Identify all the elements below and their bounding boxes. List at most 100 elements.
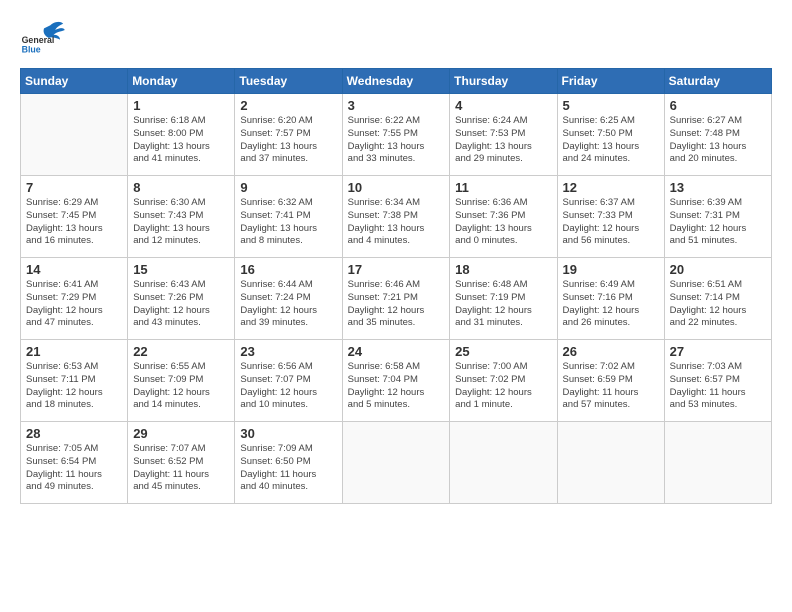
week-row-2: 7 Sunrise: 6:29 AM Sunset: 7:45 PM Daylig… <box>21 176 772 258</box>
calendar-cell: 13 Sunrise: 6:39 AM Sunset: 7:31 PM Dayli… <box>664 176 771 258</box>
calendar-cell: 14 Sunrise: 6:41 AM Sunset: 7:29 PM Dayli… <box>21 258 128 340</box>
day-number: 24 <box>348 344 445 359</box>
day-info: Sunrise: 7:03 AM Sunset: 6:57 PM Dayligh… <box>670 361 766 412</box>
day-info: Sunrise: 7:07 AM Sunset: 6:52 PM Dayligh… <box>133 443 229 494</box>
weekday-header-row: SundayMondayTuesdayWednesdayThursdayFrid… <box>21 69 772 94</box>
day-number: 10 <box>348 180 445 195</box>
day-info: Sunrise: 6:53 AM Sunset: 7:11 PM Dayligh… <box>26 361 122 412</box>
weekday-header-tuesday: Tuesday <box>235 69 342 94</box>
day-info: Sunrise: 6:48 AM Sunset: 7:19 PM Dayligh… <box>455 279 551 330</box>
day-info: Sunrise: 6:39 AM Sunset: 7:31 PM Dayligh… <box>670 197 766 248</box>
calendar-cell <box>450 422 557 504</box>
calendar-cell: 30 Sunrise: 7:09 AM Sunset: 6:50 PM Dayli… <box>235 422 342 504</box>
day-info: Sunrise: 6:20 AM Sunset: 7:57 PM Dayligh… <box>240 115 336 166</box>
calendar-cell: 18Sunrise: 6:48 AM Sunset: 7:19 PM Dayli… <box>450 258 557 340</box>
day-number: 19 <box>563 262 659 277</box>
calendar-cell: 16 Sunrise: 6:44 AM Sunset: 7:24 PM Dayli… <box>235 258 342 340</box>
day-info: Sunrise: 7:09 AM Sunset: 6:50 PM Dayligh… <box>240 443 336 494</box>
day-number: 14 <box>26 262 122 277</box>
weekday-header-monday: Monday <box>128 69 235 94</box>
day-info: Sunrise: 6:29 AM Sunset: 7:45 PM Dayligh… <box>26 197 122 248</box>
day-info: Sunrise: 6:49 AM Sunset: 7:16 PM Dayligh… <box>563 279 659 330</box>
calendar-cell: 7 Sunrise: 6:29 AM Sunset: 7:45 PM Daylig… <box>21 176 128 258</box>
week-row-3: 14 Sunrise: 6:41 AM Sunset: 7:29 PM Dayli… <box>21 258 772 340</box>
week-row-4: 21Sunrise: 6:53 AM Sunset: 7:11 PM Dayli… <box>21 340 772 422</box>
day-number: 23 <box>240 344 336 359</box>
day-number: 8 <box>133 180 229 195</box>
day-info: Sunrise: 6:36 AM Sunset: 7:36 PM Dayligh… <box>455 197 551 248</box>
calendar-cell: 2 Sunrise: 6:20 AM Sunset: 7:57 PM Daylig… <box>235 94 342 176</box>
calendar-cell: 19 Sunrise: 6:49 AM Sunset: 7:16 PM Dayli… <box>557 258 664 340</box>
day-number: 2 <box>240 98 336 113</box>
calendar-cell <box>21 94 128 176</box>
day-number: 16 <box>240 262 336 277</box>
calendar-cell: 1 Sunrise: 6:18 AM Sunset: 8:00 PM Daylig… <box>128 94 235 176</box>
calendar-cell <box>342 422 450 504</box>
day-info: Sunrise: 6:56 AM Sunset: 7:07 PM Dayligh… <box>240 361 336 412</box>
calendar-cell: 23 Sunrise: 6:56 AM Sunset: 7:07 PM Dayli… <box>235 340 342 422</box>
day-number: 28 <box>26 426 122 441</box>
day-number: 9 <box>240 180 336 195</box>
day-info: Sunrise: 6:22 AM Sunset: 7:55 PM Dayligh… <box>348 115 445 166</box>
logo-icon: General Blue <box>20 18 68 58</box>
day-number: 1 <box>133 98 229 113</box>
day-info: Sunrise: 6:24 AM Sunset: 7:53 PM Dayligh… <box>455 115 551 166</box>
calendar-cell: 9 Sunrise: 6:32 AM Sunset: 7:41 PM Daylig… <box>235 176 342 258</box>
day-number: 4 <box>455 98 551 113</box>
logo: General Blue <box>20 18 68 58</box>
day-info: Sunrise: 6:41 AM Sunset: 7:29 PM Dayligh… <box>26 279 122 330</box>
calendar-cell: 3Sunrise: 6:22 AM Sunset: 7:55 PM Daylig… <box>342 94 450 176</box>
calendar-cell: 28 Sunrise: 7:05 AM Sunset: 6:54 PM Dayli… <box>21 422 128 504</box>
day-number: 5 <box>563 98 659 113</box>
week-row-5: 28 Sunrise: 7:05 AM Sunset: 6:54 PM Dayli… <box>21 422 772 504</box>
day-info: Sunrise: 6:44 AM Sunset: 7:24 PM Dayligh… <box>240 279 336 330</box>
day-number: 7 <box>26 180 122 195</box>
day-number: 30 <box>240 426 336 441</box>
calendar-cell: 29 Sunrise: 7:07 AM Sunset: 6:52 PM Dayli… <box>128 422 235 504</box>
day-number: 25 <box>455 344 551 359</box>
calendar-cell: 4 Sunrise: 6:24 AM Sunset: 7:53 PM Daylig… <box>450 94 557 176</box>
svg-text:General: General <box>22 35 55 45</box>
day-info: Sunrise: 6:51 AM Sunset: 7:14 PM Dayligh… <box>670 279 766 330</box>
calendar-cell: 22 Sunrise: 6:55 AM Sunset: 7:09 PM Dayli… <box>128 340 235 422</box>
calendar-cell: 11 Sunrise: 6:36 AM Sunset: 7:36 PM Dayli… <box>450 176 557 258</box>
day-info: Sunrise: 6:34 AM Sunset: 7:38 PM Dayligh… <box>348 197 445 248</box>
weekday-header-friday: Friday <box>557 69 664 94</box>
calendar-cell: 10 Sunrise: 6:34 AM Sunset: 7:38 PM Dayli… <box>342 176 450 258</box>
day-info: Sunrise: 6:30 AM Sunset: 7:43 PM Dayligh… <box>133 197 229 248</box>
day-info: Sunrise: 6:27 AM Sunset: 7:48 PM Dayligh… <box>670 115 766 166</box>
calendar-cell: 8 Sunrise: 6:30 AM Sunset: 7:43 PM Daylig… <box>128 176 235 258</box>
weekday-header-thursday: Thursday <box>450 69 557 94</box>
day-number: 15 <box>133 262 229 277</box>
calendar-cell <box>557 422 664 504</box>
weekday-header-sunday: Sunday <box>21 69 128 94</box>
weekday-header-saturday: Saturday <box>664 69 771 94</box>
calendar-cell: 12 Sunrise: 6:37 AM Sunset: 7:33 PM Dayli… <box>557 176 664 258</box>
day-number: 13 <box>670 180 766 195</box>
calendar-cell: 24 Sunrise: 6:58 AM Sunset: 7:04 PM Dayli… <box>342 340 450 422</box>
day-number: 26 <box>563 344 659 359</box>
page-header: General Blue <box>20 18 772 58</box>
day-info: Sunrise: 6:43 AM Sunset: 7:26 PM Dayligh… <box>133 279 229 330</box>
day-info: Sunrise: 7:00 AM Sunset: 7:02 PM Dayligh… <box>455 361 551 412</box>
day-number: 22 <box>133 344 229 359</box>
calendar-table: SundayMondayTuesdayWednesdayThursdayFrid… <box>20 68 772 504</box>
day-number: 12 <box>563 180 659 195</box>
day-number: 11 <box>455 180 551 195</box>
day-number: 20 <box>670 262 766 277</box>
day-number: 6 <box>670 98 766 113</box>
day-info: Sunrise: 6:32 AM Sunset: 7:41 PM Dayligh… <box>240 197 336 248</box>
calendar-cell: 25 Sunrise: 7:00 AM Sunset: 7:02 PM Dayli… <box>450 340 557 422</box>
day-info: Sunrise: 6:37 AM Sunset: 7:33 PM Dayligh… <box>563 197 659 248</box>
calendar-cell: 5Sunrise: 6:25 AM Sunset: 7:50 PM Daylig… <box>557 94 664 176</box>
calendar-cell: 15 Sunrise: 6:43 AM Sunset: 7:26 PM Dayli… <box>128 258 235 340</box>
calendar-cell: 17Sunrise: 6:46 AM Sunset: 7:21 PM Dayli… <box>342 258 450 340</box>
day-info: Sunrise: 6:58 AM Sunset: 7:04 PM Dayligh… <box>348 361 445 412</box>
day-info: Sunrise: 6:46 AM Sunset: 7:21 PM Dayligh… <box>348 279 445 330</box>
weekday-header-wednesday: Wednesday <box>342 69 450 94</box>
day-info: Sunrise: 7:05 AM Sunset: 6:54 PM Dayligh… <box>26 443 122 494</box>
day-number: 29 <box>133 426 229 441</box>
day-info: Sunrise: 6:55 AM Sunset: 7:09 PM Dayligh… <box>133 361 229 412</box>
day-info: Sunrise: 6:18 AM Sunset: 8:00 PM Dayligh… <box>133 115 229 166</box>
week-row-1: 1 Sunrise: 6:18 AM Sunset: 8:00 PM Daylig… <box>21 94 772 176</box>
